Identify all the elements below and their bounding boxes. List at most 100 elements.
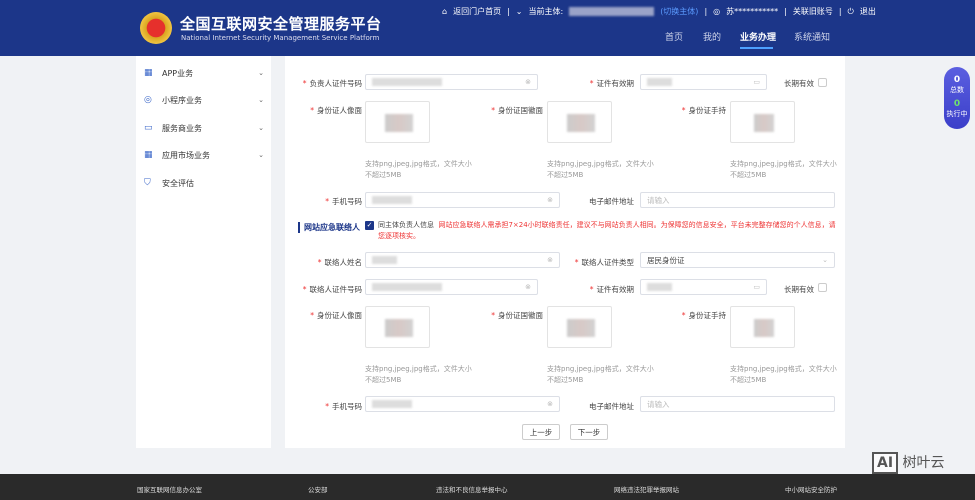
shield-icon: ⛉ <box>144 178 151 188</box>
footer-link[interactable]: 公安部 <box>308 484 328 494</box>
owner-portrait-upload[interactable] <box>365 101 430 143</box>
owner-handheld-label: * 身份证手持 <box>681 106 726 115</box>
sidebar-item-label: 服务商业务 <box>162 123 202 133</box>
user-name[interactable]: 苏*********** <box>726 6 778 17</box>
chevron-down-icon: ⌄ <box>258 151 264 159</box>
sidebar-item-label: APP业务 <box>162 68 194 78</box>
contact-id-type-label: * 联络人证件类型 <box>574 258 634 267</box>
active-nav-indicator <box>740 47 773 49</box>
contact-portrait-label: * 身份证人像面 <box>310 311 362 320</box>
contact-handheld-upload[interactable] <box>730 306 795 348</box>
chevron-down-icon: ⌄ <box>515 7 523 16</box>
owner-handheld-upload[interactable] <box>730 101 795 143</box>
grid-icon: ▦ <box>144 150 153 160</box>
contact-emblem-upload[interactable] <box>547 306 612 348</box>
footer: 国家互联网信息办公室 公安部 违法和不良信息举报中心 网络违法犯罪举报网站 中小… <box>0 474 975 500</box>
nav-business[interactable]: 业务办理 <box>740 30 776 43</box>
total-label: 总数 <box>950 86 964 94</box>
chevron-down-icon: ⌄ <box>258 124 264 132</box>
owner-email-input[interactable]: 请输入 <box>640 192 835 208</box>
contact-long-term-checkbox[interactable] <box>818 283 827 292</box>
upload-hint: 支持png,jpeg,jpg格式，文件大小不超过5MB <box>365 160 472 179</box>
calendar-icon[interactable]: ▭ <box>753 283 760 291</box>
site-title: 全国互联网安全管理服务平台 <box>180 15 382 33</box>
sidebar-item-app[interactable]: ▦ APP业务 ⌄ <box>144 64 264 82</box>
clear-icon[interactable]: ⊗ <box>525 78 531 86</box>
link-account-link[interactable]: 关联旧账号 <box>793 6 833 17</box>
contact-id-number-label: * 联络人证件号码 <box>302 285 362 294</box>
sidebar-item-label: 应用市场业务 <box>162 150 210 160</box>
home-portal-link[interactable]: 返回门户首页 <box>453 6 501 17</box>
footer-link[interactable]: 中小网站安全防护 <box>785 484 837 494</box>
grid-icon: ▦ <box>144 68 153 78</box>
power-icon: ⏻ <box>847 6 854 16</box>
owner-id-number-input[interactable]: ⊗ <box>365 74 538 90</box>
sidebar-item-label: 小程序业务 <box>162 95 202 105</box>
contact-phone-label: * 手机号码 <box>325 402 362 411</box>
contact-validity-input[interactable]: ▭ <box>640 279 767 295</box>
contact-email-input[interactable]: 请输入 <box>640 396 835 412</box>
footer-link[interactable]: 违法和不良信息举报中心 <box>436 484 508 494</box>
nav-notifications[interactable]: 系统通知 <box>794 30 830 43</box>
contact-phone-input[interactable]: ⊗ <box>365 396 560 412</box>
same-as-owner-label: 同主体负责人信息 <box>378 221 434 229</box>
contact-validity-label: * 证件有效期 <box>589 285 634 294</box>
owner-emblem-upload[interactable] <box>547 101 612 143</box>
contact-portrait-upload[interactable] <box>365 306 430 348</box>
calendar-icon[interactable]: ▭ <box>753 78 760 86</box>
sidebar: ▦ APP业务 ⌄ ◎ 小程序业务 ⌄ ▭ 服务商业务 ⌄ ▦ 应用市场业务 ⌄ ⛉ 安全评估 <box>136 56 271 448</box>
running-label: 执行中 <box>946 110 968 118</box>
sidebar-item-miniprogram[interactable]: ◎ 小程序业务 ⌄ <box>144 91 264 109</box>
switch-entity-link[interactable]: (切换主体) <box>660 6 698 17</box>
contact-id-type-select[interactable]: 居民身份证 ⌄ <box>640 252 835 268</box>
running-count: 0 <box>953 99 961 109</box>
warning-text: 同主体负责人信息 网站应急联络人需承担7×24小时联络责任，建议不与网站负责人相… <box>378 220 838 242</box>
sidebar-item-security[interactable]: ⛉ 安全评估 <box>144 174 264 192</box>
chevron-down-icon: ⌄ <box>258 69 264 77</box>
monitor-icon: ▭ <box>144 123 153 133</box>
section-title-emergency-contact: 网站应急联络人 <box>298 222 360 233</box>
upload-hint: 支持png,jpeg,jpg格式，文件大小不超过5MB <box>730 365 837 384</box>
same-as-owner-checkbox[interactable]: ✓ <box>365 221 374 230</box>
owner-portrait-label: * 身份证人像面 <box>310 106 362 115</box>
compass-icon: ◎ <box>144 95 152 105</box>
owner-phone-label: * 手机号码 <box>325 197 362 206</box>
owner-phone-input[interactable]: ⊗ <box>365 192 560 208</box>
footer-link[interactable]: 国家互联网信息办公室 <box>137 484 202 494</box>
upload-hint: 支持png,jpeg,jpg格式，文件大小不超过5MB <box>547 160 654 179</box>
site-subtitle: National Internet Security Management Se… <box>181 34 380 42</box>
entity-name-redacted <box>569 7 655 16</box>
sidebar-item-provider[interactable]: ▭ 服务商业务 ⌄ <box>144 119 264 137</box>
logout-link[interactable]: 退出 <box>860 6 876 17</box>
contact-id-number-input[interactable]: ⊗ <box>365 279 538 295</box>
current-entity-label: 当前主体: <box>528 7 564 16</box>
task-counter-panel[interactable]: 0 总数 0 执行中 <box>944 67 970 129</box>
upload-hint: 支持png,jpeg,jpg格式，文件大小不超过5MB <box>730 160 837 179</box>
owner-validity-input[interactable]: ▭ <box>640 74 767 90</box>
contact-handheld-label: * 身份证手持 <box>681 311 726 320</box>
owner-email-label: 电子邮件地址 <box>589 197 634 206</box>
contact-email-label: 电子邮件地址 <box>589 402 634 411</box>
clear-icon[interactable]: ⊗ <box>547 400 553 408</box>
owner-emblem-label: * 身份证国徽面 <box>491 106 543 115</box>
sidebar-item-appmarket[interactable]: ▦ 应用市场业务 ⌄ <box>144 146 264 164</box>
sidebar-item-label: 安全评估 <box>162 178 194 188</box>
next-step-button[interactable]: 下一步 <box>570 424 608 440</box>
prev-step-button[interactable]: 上一步 <box>522 424 560 440</box>
owner-validity-label: * 证件有效期 <box>589 79 634 88</box>
clear-icon[interactable]: ⊗ <box>525 283 531 291</box>
clear-icon[interactable]: ⊗ <box>547 196 553 204</box>
footer-link[interactable]: 网络违法犯罪举报网站 <box>614 484 679 494</box>
upload-hint: 支持png,jpeg,jpg格式，文件大小不超过5MB <box>547 365 654 384</box>
contact-name-label: * 联络人姓名 <box>317 258 362 267</box>
warning-message: 网站应急联络人需承担7×24小时联络责任，建议不与网站负责人相同。为保障您的信息… <box>378 221 836 240</box>
nav-mine[interactable]: 我的 <box>703 30 721 43</box>
owner-long-term-checkbox[interactable] <box>818 78 827 87</box>
contact-name-input[interactable]: ⊗ <box>365 252 560 268</box>
clear-icon[interactable]: ⊗ <box>547 256 553 264</box>
header: 全国互联网安全管理服务平台 National Internet Security… <box>0 0 975 56</box>
total-count: 0 <box>953 75 961 85</box>
chevron-down-icon: ⌄ <box>822 256 828 264</box>
nav-home[interactable]: 首页 <box>665 30 683 43</box>
owner-long-term-label: 长期有效 <box>784 79 814 88</box>
